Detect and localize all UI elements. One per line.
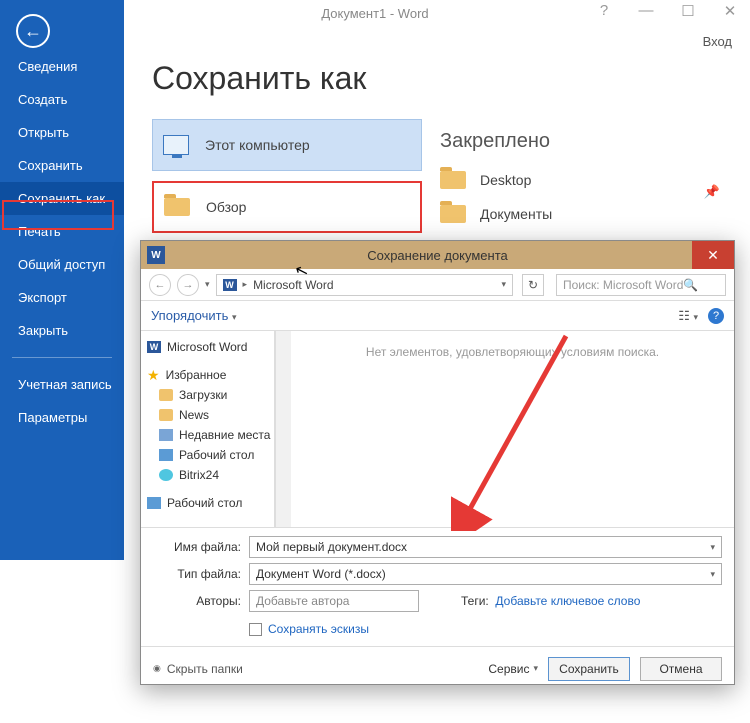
sidebar-item-saveas[interactable]: Сохранить как [0,182,124,215]
scrollbar[interactable] [275,331,291,527]
option-label: Обзор [206,199,246,215]
sidebar-item-info[interactable]: Сведения [0,50,124,83]
tree-item-news[interactable]: News [145,405,270,425]
dialog-form: Имя файла: Мой первый документ.docx▾ Тип… [141,527,734,636]
sidebar-item-open[interactable]: Открыть [0,116,124,149]
authors-label: Авторы: [153,594,241,608]
sidebar: ← Сведения Создать Открыть Сохранить Сох… [0,0,124,560]
sidebar-item-params[interactable]: Параметры [0,401,124,434]
folder-tree[interactable]: WMicrosoft Word ★Избранное Загрузки News… [141,331,275,527]
folder-icon [440,205,466,223]
pinned-heading: Закреплено [440,130,720,153]
dialog-nav: ← → ▾ W ▸ Microsoft Word ▾ ↻ Поиск: Micr… [141,269,734,301]
search-input[interactable]: Поиск: Microsoft Word 🔍 [556,274,726,296]
chevron-down-icon[interactable]: ▾ [710,542,715,553]
desktop-icon [147,497,161,509]
dialog-footer: ◉Скрыть папки Сервис ▾ Сохранить Отмена [141,646,734,690]
page-title: Сохранить как [152,60,732,97]
chevron-down-icon[interactable]: ▾ [710,569,715,580]
sidebar-item-account[interactable]: Учетная запись [0,368,124,401]
search-placeholder: Поиск: Microsoft Word [563,278,683,292]
pinned-item-documents[interactable]: Документы [440,197,720,231]
tags-link[interactable]: Добавьте ключевое слово [495,594,640,608]
dialog-toolbar: Упорядочить ▾ ☷ ▾ ? [141,301,734,331]
checkbox-icon [249,623,262,636]
filename-label: Имя файла: [153,540,241,554]
folder-icon [159,409,173,421]
view-options-button[interactable]: ☷ ▾ [678,308,698,324]
refresh-button[interactable]: ↻ [522,274,544,296]
word-icon: W [147,341,161,353]
empty-message: Нет элементов, удовлетворяющих условиям … [366,345,659,359]
pinned-label: Desktop [480,172,531,188]
save-button[interactable]: Сохранить [548,657,630,681]
folder-icon [440,171,466,189]
desktop-icon [159,449,173,461]
dialog-body: WMicrosoft Word ★Избранное Загрузки News… [141,331,734,527]
sidebar-item-close[interactable]: Закрыть [0,314,124,347]
nav-forward-button[interactable]: → [177,274,199,296]
tree-item-downloads[interactable]: Загрузки [145,385,270,405]
star-icon: ★ [147,369,160,381]
service-dropdown[interactable]: Сервис ▾ [488,662,538,676]
tree-item-desktop2[interactable]: Рабочий стол [145,493,270,513]
filetype-select[interactable]: Документ Word (*.docx)▾ [249,563,722,585]
file-list[interactable]: Нет элементов, удовлетворяющих условиям … [291,331,734,527]
dialog-titlebar[interactable]: W Сохранение документа ✕ [141,241,734,269]
breadcrumb-text: Microsoft Word [253,278,333,292]
tags-section: Теги: Добавьте ключевое слово [461,594,640,608]
save-thumbnails-checkbox[interactable]: Сохранять эскизы [249,622,722,636]
tree-item-desktop[interactable]: Рабочий стол [145,445,270,465]
bitrix-icon [159,469,173,481]
tree-item-favorites[interactable]: ★Избранное [145,365,270,385]
pinned-section: Закреплено Desktop Документы 📌 [440,130,720,231]
pinned-label: Документы [480,206,552,222]
save-dialog: W Сохранение документа ✕ ← → ▾ W ▸ Micro… [140,240,735,685]
dialog-close-button[interactable]: ✕ [692,241,734,269]
breadcrumb[interactable]: W ▸ Microsoft Word ▾ [216,274,513,296]
folder-icon [159,389,173,401]
search-icon: 🔍 [683,278,698,292]
hide-folders-button[interactable]: ◉Скрыть папки [153,662,243,676]
option-label: Этот компьютер [205,137,310,153]
computer-icon [163,135,189,155]
pinned-item-desktop[interactable]: Desktop [440,163,720,197]
word-icon: W [147,246,165,264]
chevron-down-icon[interactable]: ▾ [501,279,506,290]
pin-icon[interactable]: 📌 [704,184,720,200]
authors-input[interactable]: Добавьте автора [249,590,419,612]
tree-item-recent[interactable]: Недавние места [145,425,270,445]
tree-item-bitrix[interactable]: Bitrix24 [145,465,270,485]
tree-item-word[interactable]: WMicrosoft Word [145,337,270,357]
help-icon[interactable]: ? [708,308,724,324]
sidebar-item-share[interactable]: Общий доступ [0,248,124,281]
sidebar-item-save[interactable]: Сохранить [0,149,124,182]
sidebar-item-new[interactable]: Создать [0,83,124,116]
back-button[interactable]: ← [16,14,50,48]
cancel-button[interactable]: Отмена [640,657,722,681]
word-icon: W [223,279,237,291]
recent-icon [159,429,173,441]
nav-history-dropdown[interactable]: ▾ [205,279,210,290]
sidebar-item-export[interactable]: Экспорт [0,281,124,314]
dialog-title: Сохранение документа [367,248,508,263]
folder-icon [164,198,190,216]
filename-input[interactable]: Мой первый документ.docx▾ [249,536,722,558]
nav-back-button[interactable]: ← [149,274,171,296]
option-browse[interactable]: Обзор [152,181,422,233]
sidebar-item-print[interactable]: Печать [0,215,124,248]
filetype-label: Тип файла: [153,567,241,581]
option-this-computer[interactable]: Этот компьютер [152,119,422,171]
organize-dropdown[interactable]: Упорядочить ▾ [151,308,237,323]
sidebar-separator [12,357,112,358]
